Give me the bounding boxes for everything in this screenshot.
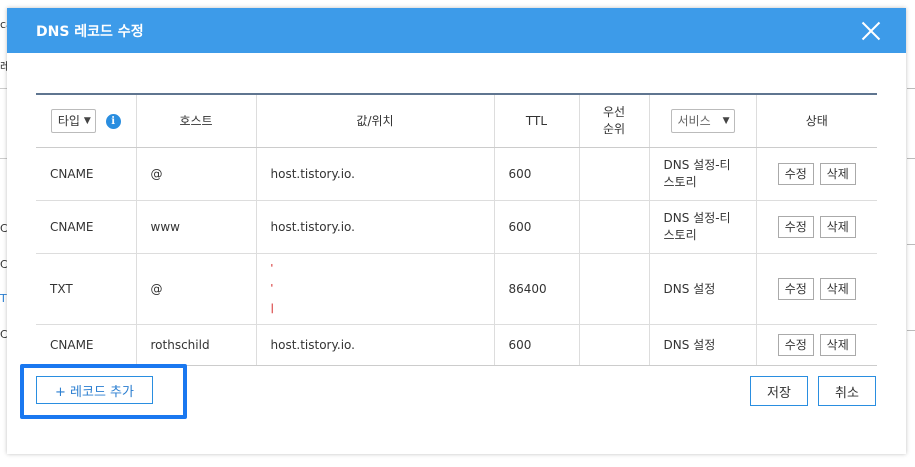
record-type: TXT <box>36 253 137 325</box>
record-service: DNS 설정 <box>649 253 757 325</box>
edit-button[interactable]: 수정 <box>777 333 814 356</box>
record-actions: 수정 삭제 <box>756 324 877 366</box>
modal-header: DNS 레코드 수정 <box>7 8 906 53</box>
column-host: 호스트 <box>136 94 257 148</box>
record-host: www <box>136 200 257 254</box>
table-row: CNAME rothschild host.tistory.io. 600 DN… <box>36 324 877 366</box>
record-ttl: 600 <box>494 147 580 201</box>
edit-button[interactable]: 수정 <box>777 277 814 300</box>
record-actions: 수정 삭제 <box>756 147 877 201</box>
column-ttl: TTL <box>494 94 580 148</box>
record-type: CNAME <box>36 200 137 254</box>
table-row: CNAME @ host.tistory.io. 600 DNS 설정-티 스토… <box>36 147 877 201</box>
delete-button[interactable]: 삭제 <box>819 162 856 185</box>
value-mark: ' <box>270 282 274 294</box>
column-service: 서비스 ▼ <box>649 94 757 148</box>
service-filter-label: 서비스 <box>677 114 711 129</box>
info-icon[interactable]: i <box>105 114 121 130</box>
edit-button[interactable]: 수정 <box>777 215 814 238</box>
column-priority: 우선 순위 <box>579 94 650 148</box>
dns-record-table: 타입 ▼ i 호스트 값/위치 TTL 우선 순위 서비스 ▼ 상태 CNAME… <box>36 93 877 366</box>
service-line1: DNS 설정-티 <box>663 210 731 225</box>
service-line2: 스토리 <box>663 174 697 189</box>
record-service: DNS 설정-티 스토리 <box>649 200 757 254</box>
bg-fragment: T <box>0 292 7 305</box>
priority-label-line2: 순위 <box>602 121 626 136</box>
record-service: DNS 설정-티 스토리 <box>649 147 757 201</box>
record-priority <box>579 200 650 254</box>
close-icon[interactable] <box>860 20 882 42</box>
type-filter-label: 타입 <box>57 114 80 129</box>
record-value: host.tistory.io. <box>256 200 495 254</box>
record-ttl: 86400 <box>494 253 580 325</box>
record-ttl: 600 <box>494 200 580 254</box>
modal-title: DNS 레코드 수정 <box>36 23 144 40</box>
save-button[interactable]: 저장 <box>750 376 808 406</box>
record-actions: 수정 삭제 <box>756 253 877 325</box>
record-value: host.tistory.io. <box>256 324 495 366</box>
record-host: @ <box>136 253 257 325</box>
cancel-button[interactable]: 취소 <box>818 376 876 406</box>
service-line2: 스토리 <box>663 227 697 242</box>
record-host: rothschild <box>136 324 257 366</box>
delete-button[interactable]: 삭제 <box>819 333 856 356</box>
column-status: 상태 <box>756 94 877 148</box>
bg-divider <box>907 330 915 331</box>
service-filter-select[interactable]: 서비스 ▼ <box>670 108 735 133</box>
delete-button[interactable]: 삭제 <box>819 277 856 300</box>
record-value: host.tistory.io. <box>256 147 495 201</box>
record-priority <box>579 324 650 366</box>
service-line1: DNS 설정-티 <box>663 157 731 172</box>
table-row: TXT @ ' ' | 86400 DNS 설정 수정 삭제 <box>36 253 877 325</box>
column-value: 값/위치 <box>256 94 495 148</box>
value-mark: | <box>270 302 274 314</box>
column-type: 타입 ▼ i <box>36 94 137 148</box>
record-value: ' ' | <box>256 253 495 325</box>
record-priority <box>579 147 650 201</box>
record-priority <box>579 253 650 325</box>
type-filter-select[interactable]: 타입 ▼ <box>50 108 96 133</box>
add-record-button[interactable]: + 레코드 추가 <box>36 376 153 404</box>
delete-button[interactable]: 삭제 <box>819 215 856 238</box>
record-host: @ <box>136 147 257 201</box>
record-type: CNAME <box>36 324 137 366</box>
priority-label-line1: 우선 <box>602 104 626 119</box>
redacted-value: ' ' | <box>271 259 480 319</box>
edit-button[interactable]: 수정 <box>777 162 814 185</box>
chevron-down-icon: ▼ <box>83 115 91 126</box>
chevron-down-icon: ▼ <box>722 115 730 126</box>
value-mark: ' <box>270 262 274 274</box>
bg-divider <box>907 88 915 89</box>
record-actions: 수정 삭제 <box>756 200 877 254</box>
dns-record-edit-modal: DNS 레코드 수정 타입 ▼ i 호스트 값/위치 TTL 우선 순위 서비스… <box>7 8 906 454</box>
record-service: DNS 설정 <box>649 324 757 366</box>
record-ttl: 600 <box>494 324 580 366</box>
table-header-row: 타입 ▼ i 호스트 값/위치 TTL 우선 순위 서비스 ▼ 상태 <box>36 94 877 148</box>
table-row: CNAME www host.tistory.io. 600 DNS 설정-티 … <box>36 200 877 254</box>
record-type: CNAME <box>36 147 137 201</box>
bg-divider <box>907 158 915 159</box>
bg-divider <box>907 244 915 245</box>
